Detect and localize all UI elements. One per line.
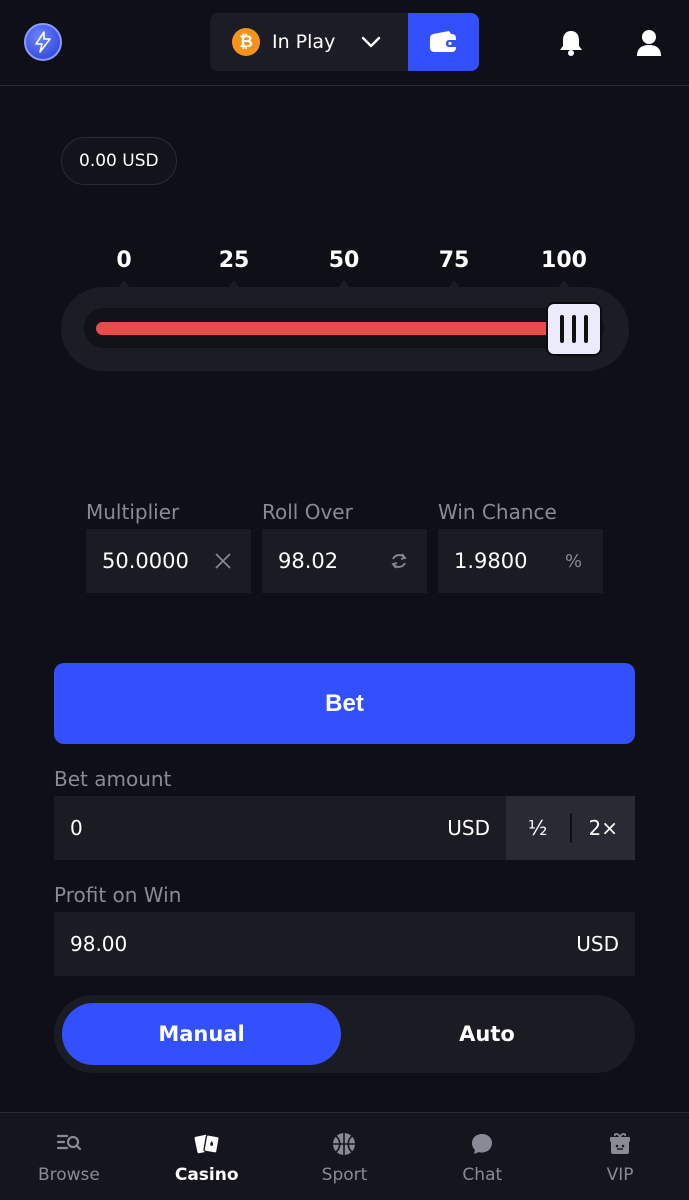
profit-unit: USD (576, 932, 619, 956)
half-bet-button[interactable]: ½ (506, 816, 570, 840)
app-logo[interactable] (24, 23, 62, 61)
bitcoin-icon: ₿ (232, 28, 260, 56)
grip-line (584, 315, 589, 343)
close-icon (213, 551, 233, 571)
roll-over-value: 98.02 (278, 549, 339, 573)
tick-label: 25 (218, 248, 250, 273)
grip-line (572, 315, 577, 343)
currency-selector-label: In Play (272, 31, 336, 53)
currency-selector[interactable]: ₿ In Play (210, 13, 408, 71)
bet-modifiers: ½ 2× (506, 796, 635, 860)
refresh-icon[interactable] (389, 551, 409, 571)
nav-label: VIP (606, 1165, 634, 1185)
bet-amount-input[interactable]: 0 USD (54, 796, 506, 860)
nav-item-chat[interactable]: Chat (413, 1113, 551, 1200)
bet-amount-label: Bet amount (54, 767, 172, 791)
profit-label: Profit on Win (54, 883, 182, 907)
notifications-button[interactable] (556, 28, 586, 58)
browse-icon (56, 1134, 81, 1151)
tick-label: 75 (438, 248, 470, 273)
chevron-down-icon (361, 32, 381, 52)
bet-amount-unit: USD (447, 816, 490, 840)
win-chance-field[interactable]: 1.9800 % (438, 529, 603, 593)
roll-over-label: Roll Over (262, 500, 353, 524)
manual-mode-button[interactable]: Manual (62, 1003, 341, 1065)
user-icon (637, 30, 661, 56)
sport-icon (333, 1133, 356, 1155)
nav-item-vip[interactable]: VIP (551, 1113, 689, 1200)
multiplier-label: Multiplier (86, 500, 180, 524)
profit-field[interactable]: 98.00 USD (54, 912, 635, 976)
vip-icon (610, 1132, 631, 1154)
tick-label: 0 (116, 248, 132, 273)
wallet-icon (429, 31, 458, 52)
casino-icon (194, 1134, 220, 1154)
tick-label: 50 (328, 248, 360, 273)
slider-lose-range (96, 322, 575, 335)
multiplier-value: 50.0000 (102, 549, 189, 573)
roll-over-field[interactable]: 98.02 (262, 529, 427, 593)
top-header: ₿ In Play (0, 0, 689, 86)
auto-mode-button[interactable]: Auto (345, 1003, 629, 1065)
win-chance-value: 1.9800 (454, 549, 528, 573)
nav-item-sport[interactable]: Sport (276, 1113, 414, 1200)
chat-icon (472, 1134, 493, 1154)
multiplier-field[interactable]: 50.0000 (86, 529, 251, 593)
nav-item-casino[interactable]: Casino (138, 1113, 276, 1200)
nav-label: Chat (462, 1165, 503, 1185)
nav-item-browse[interactable]: Browse (0, 1113, 138, 1200)
slider-ticks: 0 25 50 75 100 (0, 248, 689, 288)
slider-thumb[interactable] (546, 302, 603, 356)
win-chance-label: Win Chance (438, 500, 557, 524)
double-bet-button[interactable]: 2× (572, 816, 636, 840)
tick-label: 100 (541, 248, 587, 273)
nav-label: Browse (37, 1165, 100, 1185)
nav-label: Sport (321, 1165, 368, 1185)
lightning-icon (35, 31, 51, 53)
bell-icon (560, 31, 582, 56)
profit-value: 98.00 (70, 932, 128, 956)
profile-button[interactable] (634, 28, 664, 58)
wallet-button[interactable] (408, 13, 479, 71)
balance-pill: 0.00 USD (61, 137, 177, 185)
percent-icon: % (565, 551, 583, 572)
nav-label: Casino (174, 1165, 239, 1185)
grip-line (560, 315, 565, 343)
bet-button[interactable]: Bet (54, 663, 635, 744)
bottom-nav: Browse Casino Sport Chat VIP (0, 1112, 689, 1200)
bet-amount-value: 0 (70, 816, 83, 840)
